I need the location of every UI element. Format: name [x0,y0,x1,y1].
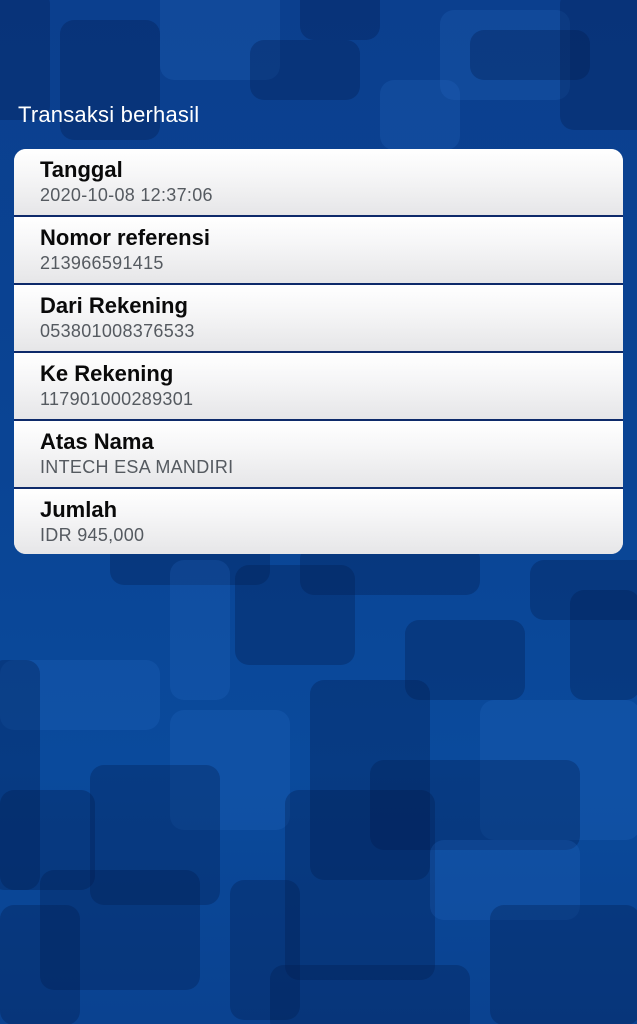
detail-label: Nomor referensi [40,225,210,250]
detail-label: Atas Nama [40,429,154,454]
detail-value: 053801008376533 [40,321,195,341]
detail-label: Jumlah [40,497,118,522]
detail-row-tanggal: Tanggal 2020-10-08 12:37:06 [14,149,623,217]
transaction-details-card: Tanggal 2020-10-08 12:37:06 Nomor refere… [14,149,623,554]
detail-value: 2020-10-08 12:37:06 [40,185,213,205]
detail-row-atas-nama: Atas Nama INTECH ESA MANDIRI [14,421,623,489]
detail-label: Tanggal [40,157,123,182]
detail-value: IDR 945,000 [40,525,145,545]
detail-value: 117901000289301 [40,389,194,409]
detail-row-nomor-referensi: Nomor referensi 213966591415 [14,217,623,285]
detail-value: INTECH ESA MANDIRI [40,457,234,477]
detail-label: Ke Rekening [40,361,174,386]
detail-row-ke-rekening: Ke Rekening 117901000289301 [14,353,623,421]
transaction-status-title: Transaksi berhasil [18,102,200,127]
detail-row-dari-rekening: Dari Rekening 053801008376533 [14,285,623,353]
detail-label: Dari Rekening [40,293,188,318]
detail-value: 213966591415 [40,253,164,273]
detail-row-jumlah: Jumlah IDR 945,000 [14,489,623,554]
